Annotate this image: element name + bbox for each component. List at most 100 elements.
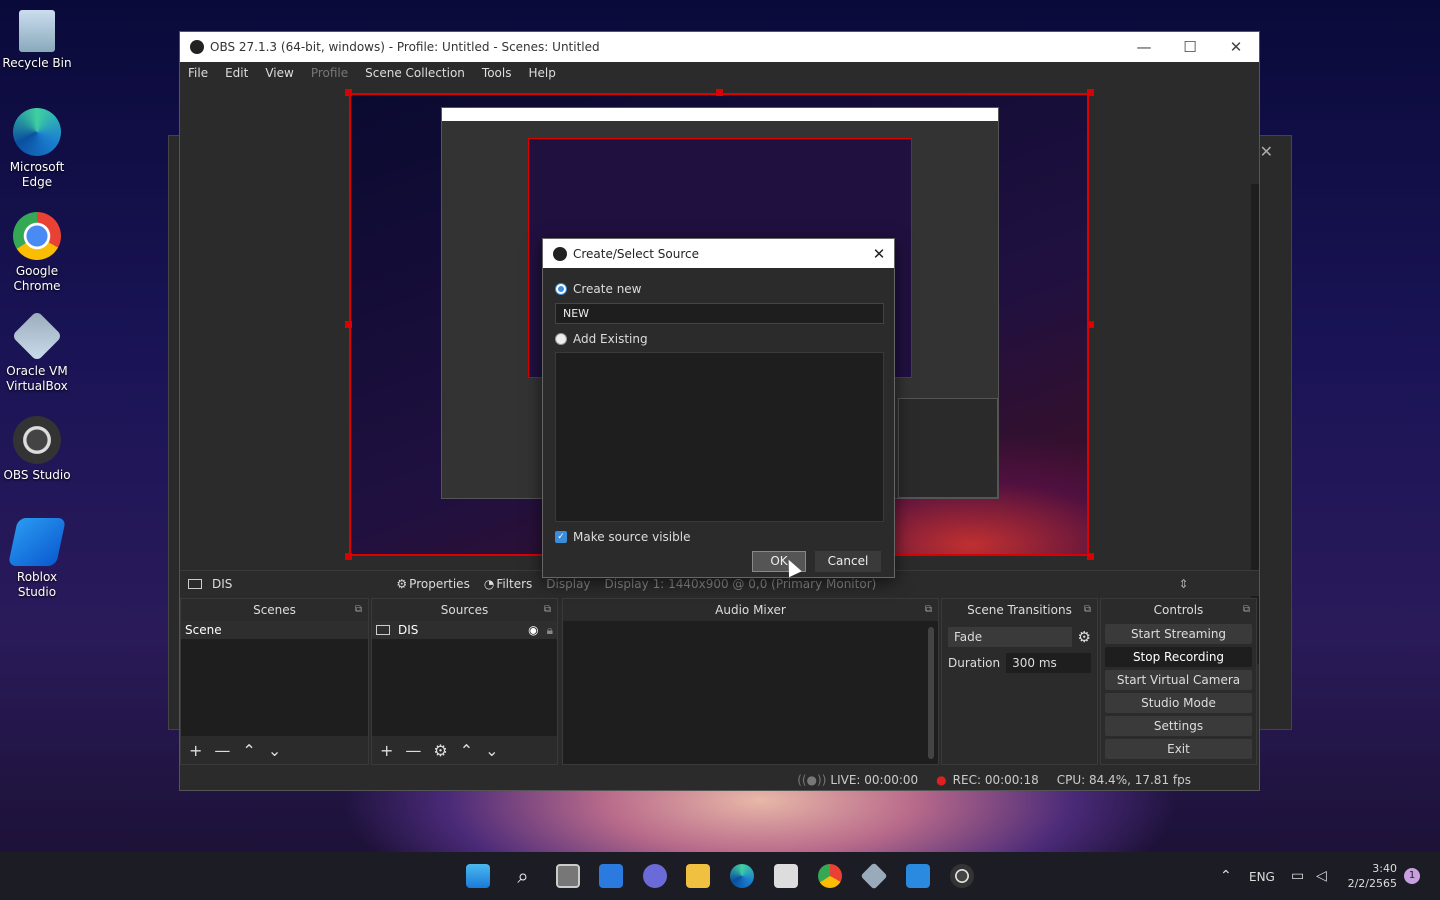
monitor-icon xyxy=(188,578,202,589)
settings-button[interactable]: Settings xyxy=(1105,716,1252,736)
chevron-up-icon[interactable]: ⌃ xyxy=(1220,868,1232,884)
close-icon[interactable]: ✕ xyxy=(864,245,894,263)
desktop-icon-edge[interactable]: Microsoft Edge xyxy=(0,108,74,190)
notepad-icon[interactable] xyxy=(906,864,930,888)
start-virtual-camera-button[interactable]: Start Virtual Camera xyxy=(1105,670,1252,690)
filters-button[interactable]: ◔ Filters xyxy=(484,577,532,591)
exit-button[interactable]: Exit xyxy=(1105,739,1252,759)
desktop-icon-chrome[interactable]: Google Chrome xyxy=(0,212,74,294)
live-status: LIVE: 00:00:00 xyxy=(830,773,919,787)
spin-icon[interactable]: ⇕ xyxy=(1179,577,1189,591)
up-icon[interactable]: ⌃ xyxy=(460,741,473,760)
add-icon[interactable]: + xyxy=(380,741,393,760)
gear-icon[interactable]: ⚙ xyxy=(433,741,447,760)
obs-logo-icon xyxy=(553,246,567,261)
language-indicator[interactable]: ENG xyxy=(1249,870,1275,884)
create-new-label: Create new xyxy=(573,282,642,296)
undock-icon[interactable]: ⧉ xyxy=(925,599,932,621)
source-item[interactable]: DIS ◉ 🔒︎ xyxy=(372,621,557,639)
notification-badge[interactable]: 1 xyxy=(1404,868,1420,884)
duration-input[interactable]: 300 ms xyxy=(1006,653,1091,673)
display-select[interactable]: Display 1: 1440x900 @ 0,0 (Primary Monit… xyxy=(605,577,1165,591)
down-icon[interactable]: ⌄ xyxy=(485,741,498,760)
gear-icon[interactable]: ⚙ xyxy=(1078,628,1091,646)
scene-transitions-dock: Scene Transitions ⧉ Fade ⚙ Duration 300 m… xyxy=(941,598,1098,765)
chrome-icon[interactable] xyxy=(818,864,842,888)
create-new-radio[interactable]: Create new xyxy=(555,282,642,296)
undock-icon[interactable]: ⧉ xyxy=(1084,599,1091,621)
menu-edit[interactable]: Edit xyxy=(225,66,248,80)
mixer-title: Audio Mixer xyxy=(715,603,786,617)
display-label: Display xyxy=(546,576,591,591)
lock-icon[interactable]: 🔒︎ xyxy=(547,621,553,639)
desktop-icon-virtualbox[interactable]: Oracle VM VirtualBox xyxy=(0,310,74,394)
properties-button[interactable]: ⚙ Properties xyxy=(396,577,469,591)
add-existing-radio[interactable]: Add Existing xyxy=(555,332,648,346)
make-visible-checkbox[interactable]: ✓ Make source visible xyxy=(555,530,690,544)
recycle-bin-icon xyxy=(19,10,55,52)
broadcast-icon: ((●)) xyxy=(797,773,827,787)
checkbox-checked-icon: ✓ xyxy=(555,531,567,543)
controls-title: Controls xyxy=(1153,603,1204,617)
cpu-status: CPU: 84.4%, 17.81 fps xyxy=(1056,773,1191,787)
stop-recording-button[interactable]: Stop Recording xyxy=(1105,647,1252,667)
status-bar: ((●)) LIVE: 00:00:00 ● REC: 00:00:18 CPU… xyxy=(180,770,1259,790)
menu-help[interactable]: Help xyxy=(528,66,555,80)
cancel-button[interactable]: Cancel xyxy=(815,551,881,572)
sources-title: Sources xyxy=(440,603,489,617)
desktop-icon-label: Oracle VM VirtualBox xyxy=(6,364,68,393)
add-icon[interactable]: + xyxy=(189,741,202,760)
scenes-title: Scenes xyxy=(253,603,296,617)
obs-icon[interactable] xyxy=(950,864,974,888)
chat-icon[interactable] xyxy=(643,864,667,888)
transition-select[interactable]: Fade xyxy=(948,627,1072,647)
search-icon[interactable]: ⌕ xyxy=(511,864,535,888)
desktop-icon-recycle-bin[interactable]: Recycle Bin xyxy=(0,10,74,71)
desktop-icon-label: OBS Studio xyxy=(3,468,71,482)
menu-file[interactable]: File xyxy=(188,66,208,80)
desktop-icon-label: Recycle Bin xyxy=(2,56,72,70)
studio-mode-button[interactable]: Studio Mode xyxy=(1105,693,1252,713)
scrollbar[interactable] xyxy=(928,627,934,759)
desktop-icon-roblox[interactable]: Roblox Studio xyxy=(0,518,74,600)
start-streaming-button[interactable]: Start Streaming xyxy=(1105,624,1252,644)
source-name-input[interactable] xyxy=(555,303,884,324)
edge-icon[interactable] xyxy=(730,864,754,888)
existing-sources-list[interactable] xyxy=(555,352,884,522)
widgets-icon[interactable] xyxy=(599,864,623,888)
transition-value: Fade xyxy=(954,630,983,644)
undock-icon[interactable]: ⧉ xyxy=(355,599,362,621)
menu-tools[interactable]: Tools xyxy=(482,66,512,80)
file-explorer-icon[interactable] xyxy=(686,864,710,888)
undock-icon[interactable]: ⧉ xyxy=(1243,599,1250,621)
cancel-label: Cancel xyxy=(827,554,869,568)
desktop-icon-obs[interactable]: OBS Studio xyxy=(0,416,74,483)
close-icon[interactable]: ✕ xyxy=(1260,142,1273,161)
window-title: OBS 27.1.3 (64-bit, windows) - Profile: … xyxy=(210,40,600,54)
up-icon[interactable]: ⌃ xyxy=(242,741,255,760)
filters-label: Filters xyxy=(496,576,533,591)
menu-profile[interactable]: Profile xyxy=(311,66,348,80)
clock[interactable]: 3:40 2/2/2565 xyxy=(1343,861,1397,891)
network-icon[interactable]: ▭ xyxy=(1291,868,1304,884)
maximize-icon[interactable]: ☐ xyxy=(1167,38,1213,56)
menu-scene-collection[interactable]: Scene Collection xyxy=(365,66,465,80)
scene-item[interactable]: Scene xyxy=(181,621,368,639)
dialog-title: Create/Select Source xyxy=(573,246,699,261)
radio-selected-icon xyxy=(555,283,567,295)
down-icon[interactable]: ⌄ xyxy=(268,741,281,760)
eye-icon[interactable]: ◉ xyxy=(528,621,538,639)
menu-view[interactable]: View xyxy=(265,66,293,80)
remove-icon[interactable]: — xyxy=(405,741,421,760)
clock-date: 2/2/2565 xyxy=(1347,877,1397,890)
create-select-source-dialog: Create/Select Source ✕ Create new Add Ex… xyxy=(542,238,895,578)
task-view-icon[interactable] xyxy=(556,864,580,888)
start-icon[interactable] xyxy=(466,864,490,888)
minimize-icon[interactable]: — xyxy=(1121,38,1167,56)
remove-icon[interactable]: — xyxy=(214,741,230,760)
desktop-icon-label: Roblox Studio xyxy=(16,570,58,599)
volume-icon[interactable]: ◁ xyxy=(1316,868,1327,884)
close-icon[interactable]: ✕ xyxy=(1213,38,1259,56)
undock-icon[interactable]: ⧉ xyxy=(544,599,551,621)
store-icon[interactable] xyxy=(774,864,798,888)
